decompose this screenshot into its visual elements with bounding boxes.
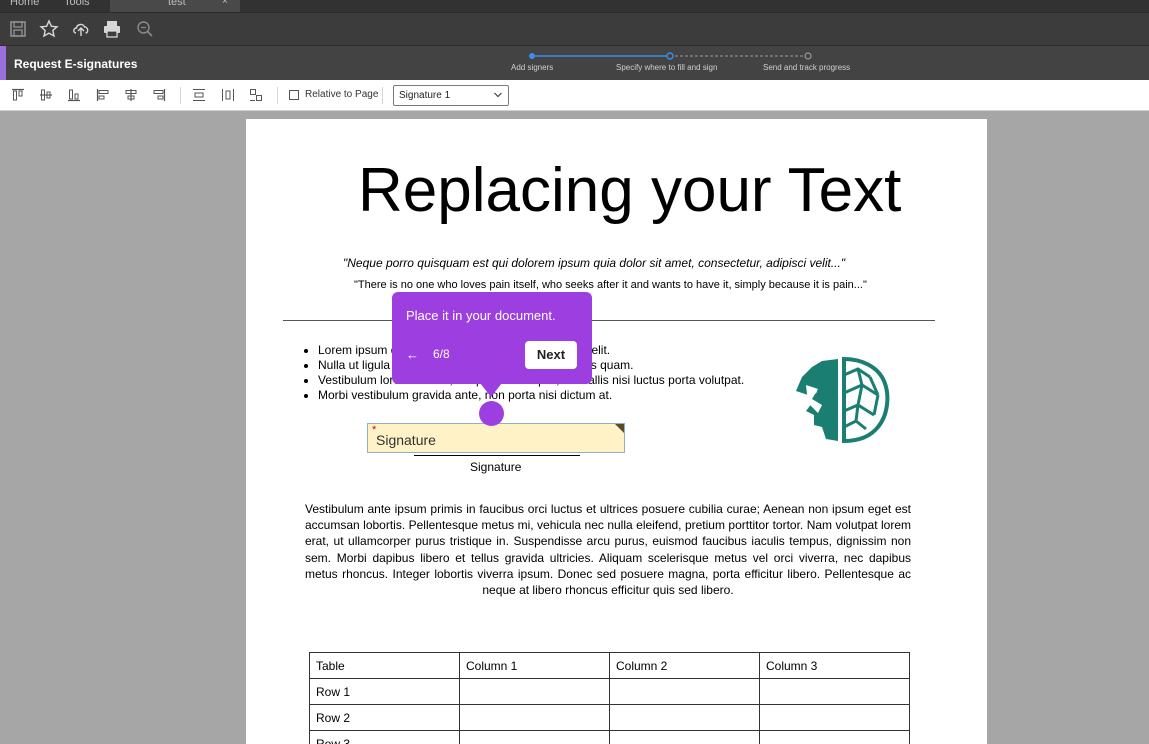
coachmark-target-dot [479, 401, 504, 426]
zoom-search-icon[interactable] [135, 19, 155, 39]
relative-to-page-checkbox[interactable] [289, 90, 299, 100]
align-bottom-icon[interactable] [67, 88, 81, 102]
table-cell [759, 730, 910, 744]
align-horizontal-center-icon[interactable] [124, 88, 138, 102]
table-cell [459, 678, 610, 705]
document-table: Table Column 1 Column 2 Column 3 Row 1 R… [309, 652, 910, 744]
quote-english: "There is no one who loves pain itself, … [354, 279, 867, 291]
align-vertical-center-icon[interactable] [39, 88, 53, 102]
main-toolbar [0, 12, 1149, 45]
step-label-send[interactable]: Send and track progress [763, 63, 850, 72]
toolbar-separator [382, 87, 383, 104]
table-cell [609, 704, 760, 731]
table-cell: Column 3 [759, 652, 910, 679]
table-cell: Row 3 [309, 730, 460, 744]
field-resize-handle[interactable] [615, 424, 624, 433]
table-row: Row 2 [309, 704, 910, 731]
align-top-icon[interactable] [11, 88, 25, 102]
body-paragraph: Vestibulum ante ipsum primis in faucibus… [305, 502, 911, 598]
table-cell [759, 704, 910, 731]
brain-head-logo [796, 356, 890, 444]
signer-select-value: Signature 1 [399, 90, 451, 101]
tab-bar: Home Tools test × [0, 0, 1149, 12]
bookmark-star-icon[interactable] [39, 19, 59, 39]
coachmark-tooltip: Place it in your document. ← 6/8 Next [392, 292, 592, 384]
signature-line [414, 455, 580, 456]
coachmark-pointer [480, 383, 502, 397]
step-dot-specify [666, 52, 674, 60]
table-cell [759, 678, 910, 705]
toolbar-separator [180, 87, 181, 104]
tab-document[interactable]: test [110, 0, 240, 12]
step-dot-send [804, 52, 812, 60]
cloud-upload-icon[interactable] [71, 19, 91, 39]
signature-caption: Signature [470, 460, 522, 474]
table-cell: Row 2 [309, 704, 460, 731]
table-row: Row 1 [309, 678, 910, 705]
request-title: Request E-signatures [14, 57, 138, 71]
distribute-vertical-icon[interactable] [192, 88, 206, 102]
divider [283, 320, 935, 321]
request-accent-stripe [0, 46, 6, 81]
next-button[interactable]: Next [525, 341, 577, 369]
signer-select[interactable]: Signature 1 [393, 85, 509, 106]
table-cell: Table [309, 652, 460, 679]
coachmark-counter: 6/8 [433, 347, 450, 361]
table-cell [459, 730, 610, 744]
quote-latin: "Neque porro quisquam est qui dolorem ip… [343, 256, 846, 270]
signature-field[interactable]: * Signature [367, 423, 625, 453]
coachmark-text: Place it in your document. [406, 308, 556, 323]
align-left-icon[interactable] [96, 88, 110, 102]
table-cell: Column 1 [459, 652, 610, 679]
distribute-horizontal-icon[interactable] [221, 88, 235, 102]
table-cell: Column 2 [609, 652, 760, 679]
table-cell [459, 704, 610, 731]
document-page: Replacing your Text "Neque porro quisqua… [246, 119, 987, 744]
table-cell: Row 1 [309, 678, 460, 705]
request-esign-bar: Request E-signatures Add signers Specify… [0, 45, 1149, 81]
table-cell [609, 730, 760, 744]
print-icon[interactable] [102, 19, 122, 39]
tab-tools[interactable]: Tools [64, 0, 90, 8]
table-row: Table Column 1 Column 2 Column 3 [309, 652, 910, 679]
list-item: Morbi vestibulum gravida ante, non porta… [318, 388, 744, 403]
align-right-icon[interactable] [152, 88, 166, 102]
tab-home[interactable]: Home [10, 0, 39, 8]
table-cell [609, 678, 760, 705]
back-arrow-icon[interactable]: ← [406, 347, 419, 362]
signature-field-label: Signature [376, 432, 436, 448]
relative-to-page-label: Relative to Page [305, 89, 379, 100]
alignment-toolbar: Relative to Page Signature 1 [0, 80, 1149, 111]
step-dot-add-signers [529, 53, 535, 59]
match-size-icon[interactable] [249, 88, 263, 102]
tab-close-icon[interactable]: × [222, 0, 228, 7]
step-label-specify[interactable]: Specify where to fill and sign [616, 63, 717, 72]
toolbar-separator [277, 87, 278, 104]
save-icon[interactable] [8, 19, 28, 39]
chevron-down-icon [494, 92, 502, 98]
table-row: Row 3 [309, 730, 910, 744]
step-label-add-signers[interactable]: Add signers [511, 63, 553, 72]
document-title: Replacing your Text [358, 156, 902, 225]
